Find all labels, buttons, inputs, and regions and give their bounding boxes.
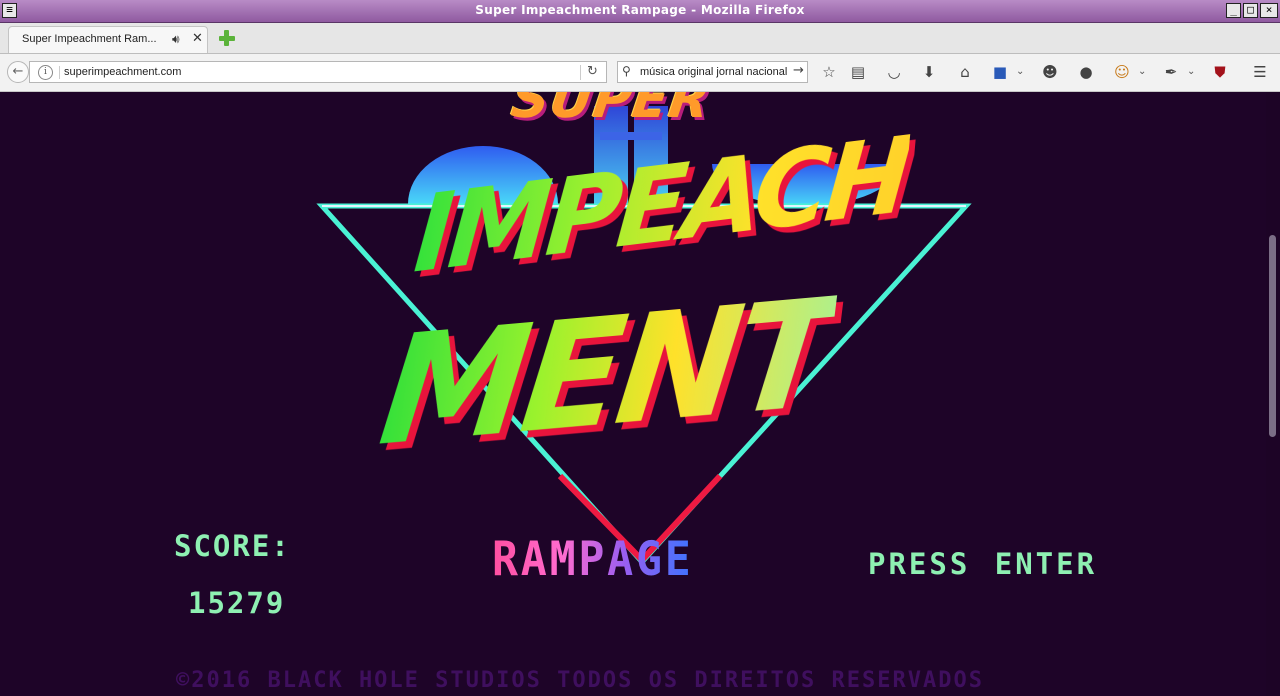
eyedropper-icon[interactable]: ✒ (1161, 61, 1181, 83)
search-input[interactable]: ⚲ música original jornal nacional → (617, 61, 808, 83)
window-titlebar: ≡ Super Impeachment Rampage - Mozilla Fi… (0, 0, 1280, 23)
ublock-icon[interactable]: ⛊ (1210, 61, 1230, 83)
reading-list-icon[interactable]: ▤ (848, 61, 868, 83)
face-addon-icon[interactable]: ☺ (1112, 61, 1132, 83)
chevron-down-icon[interactable]: ⌄ (1138, 61, 1146, 83)
maximize-button[interactable]: □ (1243, 3, 1258, 18)
back-arrow-icon[interactable]: ← (7, 61, 29, 83)
bookmark-star-icon[interactable]: ☆ (819, 61, 839, 83)
tab-label: Super Impeachment Ram... (22, 33, 157, 45)
pocket-icon[interactable]: ◡ (884, 61, 904, 83)
tab-active[interactable]: Super Impeachment Ram... 🔊︎ ✕ (8, 26, 208, 53)
press-enter-prompt: PRESS ENTER (868, 547, 1098, 581)
minimize-button[interactable]: _ (1226, 3, 1241, 18)
extension-ps-icon[interactable]: ■ (990, 61, 1010, 83)
logo-ment: MENT (372, 265, 841, 480)
game-canvas[interactable]: SUPER IMPEACH MENT RAMPAGE SCORE: 15279 … (0, 92, 1266, 696)
home-icon[interactable]: ⌂ (955, 61, 975, 83)
new-tab-icon[interactable] (218, 29, 236, 47)
close-window-button[interactable]: × (1260, 3, 1278, 18)
logo-rampage: RAMPAGE (492, 532, 694, 587)
mask-icon[interactable]: ● (1076, 61, 1096, 83)
chevron-down-icon[interactable]: ⌄ (1187, 61, 1195, 83)
speaker-icon[interactable]: 🔊︎ (172, 32, 180, 47)
chat-icon[interactable]: ☻ (1040, 61, 1060, 83)
search-icon: ⚲ (622, 64, 631, 78)
download-icon[interactable]: ⬇ (919, 61, 939, 83)
search-value: música original jornal nacional (640, 66, 788, 78)
score-label: SCORE: (174, 529, 291, 563)
close-icon[interactable]: ✕ (192, 31, 203, 46)
url-bar[interactable]: i superimpeachment.com ↻ (29, 61, 607, 83)
chevron-down-icon[interactable]: ⌄ (1016, 61, 1024, 83)
logo-super: SUPER (507, 92, 715, 130)
url-text: superimpeachment.com (64, 66, 182, 78)
info-icon[interactable]: i (38, 65, 53, 80)
copyright-text: ©2016 BLACK HOLE STUDIOS TODOS OS DIREIT… (176, 668, 984, 693)
page-scrollbar[interactable] (1266, 92, 1280, 696)
score-value: 15279 (188, 586, 286, 620)
search-go-icon[interactable]: → (793, 63, 804, 78)
window-title: Super Impeachment Rampage - Mozilla Fire… (475, 3, 805, 17)
tab-strip: Super Impeachment Ram... 🔊︎ ✕ (0, 23, 1280, 54)
scrollbar-thumb[interactable] (1269, 235, 1276, 437)
menu-icon[interactable]: ☰ (1250, 61, 1270, 83)
reload-icon[interactable]: ↻ (587, 64, 598, 79)
